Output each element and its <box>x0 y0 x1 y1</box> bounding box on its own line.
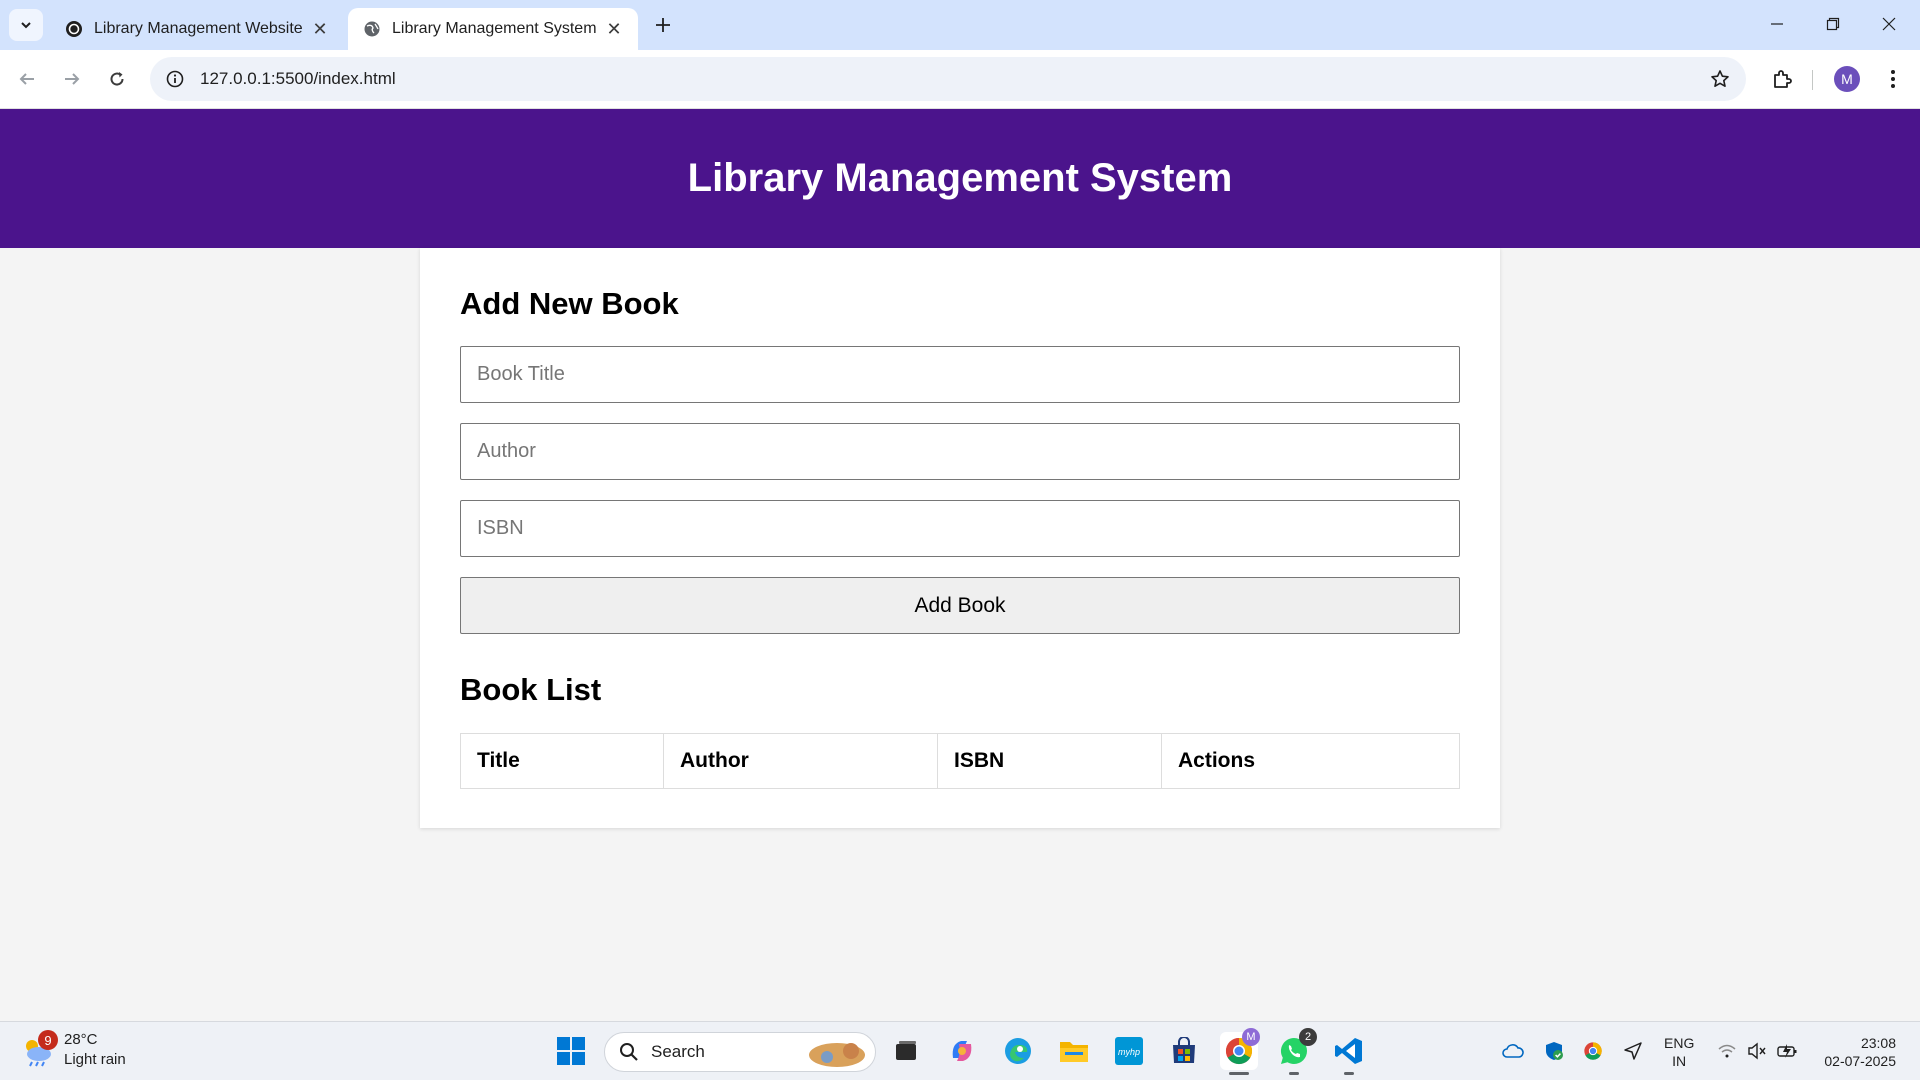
plus-icon <box>656 18 670 32</box>
minimize-icon <box>1771 23 1783 25</box>
clock-time: 23:08 <box>1860 1035 1896 1051</box>
microsoft-store-button[interactable] <box>1165 1032 1203 1070</box>
author-input[interactable] <box>460 423 1460 480</box>
add-book-heading: Add New Book <box>460 286 679 321</box>
rain-cloud-icon: 9 <box>20 1030 58 1068</box>
tab-library-management-website[interactable]: Library Management Website ✕ <box>50 8 344 50</box>
store-icon <box>1173 1037 1195 1063</box>
tab-strip: Library Management Website ✕ Library Man… <box>0 0 1920 50</box>
menu-button[interactable] <box>1876 62 1910 96</box>
weather-alert-badge: 9 <box>38 1030 58 1050</box>
forward-button[interactable] <box>55 62 89 96</box>
close-tab-icon[interactable]: ✕ <box>310 19 330 39</box>
main-container: Add New Book Add Book Book List Title Au… <box>420 248 1500 828</box>
book-title-input[interactable] <box>460 346 1460 403</box>
url-text: 127.0.0.1:5500/index.html <box>200 69 396 88</box>
page-title: Library Management System <box>687 156 1233 200</box>
wifi-icon[interactable] <box>1714 1038 1740 1064</box>
whatsapp-badge: 2 <box>1299 1028 1317 1046</box>
book-list-heading: Book List <box>460 672 602 707</box>
taskbar-search[interactable]: Search <box>604 1032 876 1072</box>
battery-charging-icon[interactable] <box>1774 1038 1800 1064</box>
chevron-down-icon <box>21 22 31 29</box>
vscode-running-indicator <box>1344 1072 1354 1075</box>
column-header-author: Author <box>663 733 938 789</box>
restore-button[interactable] <box>1811 6 1855 42</box>
temperature: 28°C <box>64 1031 98 1048</box>
region-code: IN <box>1672 1053 1687 1069</box>
more-vertical-icon <box>1891 70 1895 88</box>
copilot-button[interactable] <box>943 1032 981 1070</box>
copilot-icon <box>952 1041 972 1061</box>
globe-icon <box>362 19 382 39</box>
task-view-icon <box>896 1041 916 1060</box>
vscode-icon <box>1335 1038 1362 1064</box>
windows-security-icon[interactable] <box>1541 1038 1567 1064</box>
system-clock[interactable]: 23:08 02-07-2025 <box>1816 1034 1896 1070</box>
task-view-button[interactable] <box>887 1032 925 1070</box>
weather-condition: Light rain <box>64 1051 126 1068</box>
book-table: Title Author ISBN Actions <box>460 733 1460 789</box>
tab-library-management-system[interactable]: Library Management System ✕ <box>348 8 638 50</box>
site-header: Library Management System <box>0 109 1920 248</box>
address-bar[interactable]: 127.0.0.1:5500/index.html <box>150 57 1746 101</box>
column-header-isbn: ISBN <box>937 733 1162 789</box>
vscode-button[interactable] <box>1330 1032 1368 1070</box>
language-code: ENG <box>1664 1035 1695 1051</box>
volume-muted-icon[interactable] <box>1744 1038 1770 1064</box>
location-arrow-icon[interactable] <box>1620 1038 1646 1064</box>
site-info-icon[interactable] <box>164 68 186 90</box>
puzzle-icon <box>1774 70 1792 88</box>
restore-icon <box>1826 17 1840 31</box>
search-highlight-icon <box>809 1043 865 1067</box>
search-label: Search <box>651 1042 705 1061</box>
chrome-taskbar-button[interactable]: M <box>1220 1028 1260 1070</box>
edge-icon <box>1005 1038 1031 1064</box>
minimize-button[interactable] <box>1755 6 1799 42</box>
start-button[interactable] <box>552 1032 590 1070</box>
chrome-running-indicator <box>1229 1072 1249 1075</box>
reload-button[interactable] <box>100 62 134 96</box>
toolbar-separator <box>1812 70 1813 90</box>
whatsapp-button[interactable]: 2 <box>1275 1028 1317 1070</box>
table-header-row: Title Author ISBN Actions <box>460 733 1460 789</box>
page-content: Library Management System Add New Book A… <box>0 109 1920 1021</box>
folder-icon <box>1060 1042 1088 1062</box>
clock-date: 02-07-2025 <box>1824 1053 1896 1069</box>
column-header-title: Title <box>460 733 664 789</box>
language-indicator[interactable]: ENG IN <box>1664 1034 1694 1070</box>
chrome-tray-icon[interactable] <box>1580 1038 1606 1064</box>
svg-text:myhp: myhp <box>1118 1047 1140 1057</box>
windows-logo-icon <box>557 1037 585 1065</box>
add-book-button[interactable]: Add Book <box>460 577 1460 634</box>
weather-widget[interactable]: 9 28°C Light rain <box>20 1030 126 1070</box>
chrome-profile-badge: M <box>1242 1028 1260 1046</box>
arrow-right-icon <box>65 73 80 85</box>
arrow-left-icon <box>19 73 34 85</box>
whatsapp-running-indicator <box>1289 1072 1299 1075</box>
tab-title: Library Management Website <box>94 20 303 37</box>
search-icon <box>620 1043 638 1061</box>
close-tab-icon[interactable]: ✕ <box>604 19 624 39</box>
openai-icon <box>64 19 84 39</box>
tab-title: Library Management System <box>392 20 597 37</box>
myhp-button[interactable]: myhp <box>1110 1032 1148 1070</box>
column-header-actions: Actions <box>1161 733 1460 789</box>
back-button[interactable] <box>10 62 44 96</box>
close-icon <box>1882 17 1896 31</box>
extensions-button[interactable] <box>1765 62 1799 96</box>
reload-icon <box>110 72 124 86</box>
myhp-icon: myhp <box>1115 1037 1143 1065</box>
bookmark-star-icon[interactable] <box>1708 67 1732 91</box>
edge-button[interactable] <box>999 1032 1037 1070</box>
new-tab-button[interactable] <box>650 12 676 38</box>
browser-toolbar: 127.0.0.1:5500/index.html <box>0 50 1920 109</box>
file-explorer-button[interactable] <box>1055 1032 1093 1070</box>
profile-avatar[interactable]: M <box>1834 66 1860 92</box>
close-window-button[interactable] <box>1867 6 1911 42</box>
isbn-input[interactable] <box>460 500 1460 557</box>
windows-taskbar: 9 28°C Light rain Search myhp M 2 ENG IN… <box>0 1021 1920 1080</box>
tab-search-button[interactable] <box>9 9 43 41</box>
onedrive-icon[interactable] <box>1500 1038 1526 1064</box>
